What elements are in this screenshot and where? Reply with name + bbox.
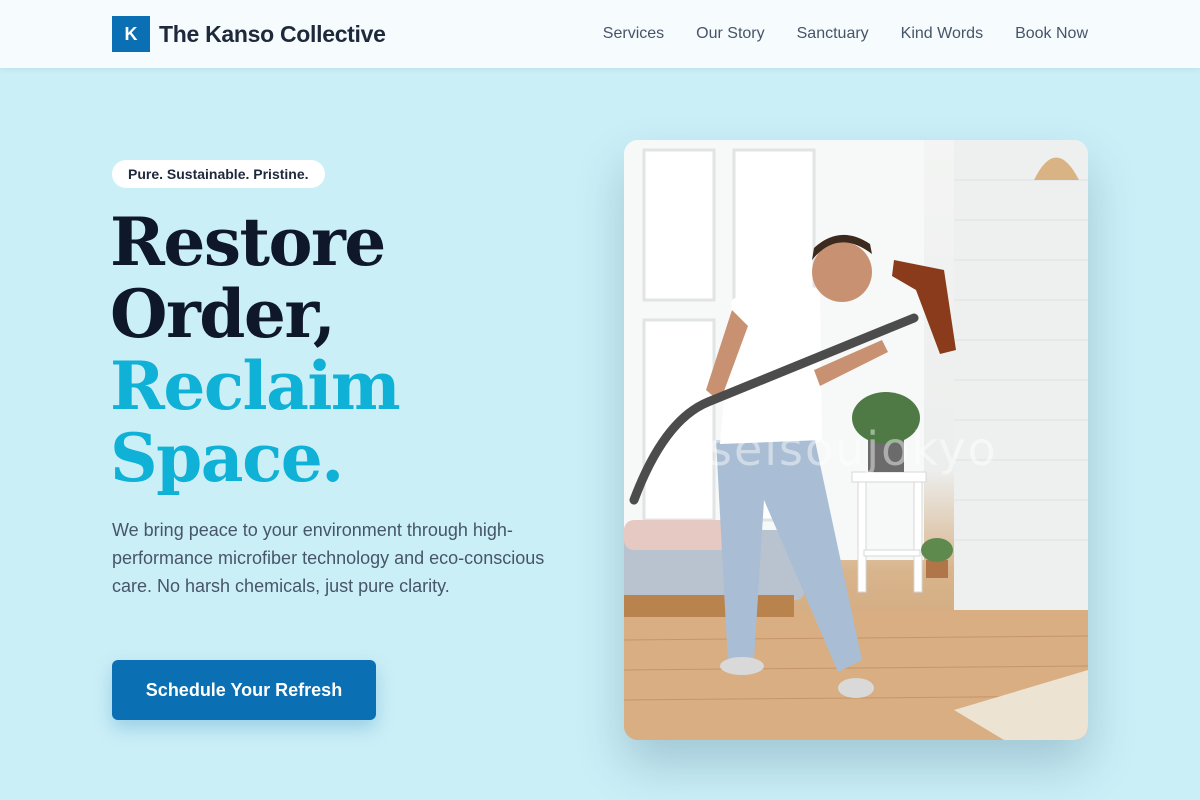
main-nav: Services Our Story Sanctuary Kind Words … [603,25,1088,43]
headline-line-1: Restore [110,203,386,281]
logo-mark: K [112,16,150,52]
hero-image-man-vacuuming: seisoujokyo [624,140,1088,740]
hero-tagline-badge: Pure. Sustainable. Pristine. [112,160,325,188]
nav-sanctuary[interactable]: Sanctuary [797,25,869,43]
nav-book-now[interactable]: Book Now [1015,25,1088,43]
nav-services[interactable]: Services [603,25,664,43]
image-watermark: seisoujokyo [708,422,998,476]
headline-line-2: Order, [110,275,336,353]
headline-line-4: Space. [110,419,344,497]
nav-kind-words[interactable]: Kind Words [901,25,983,43]
nav-our-story[interactable]: Our Story [696,25,764,43]
brand-logo-link[interactable]: K The Kanso Collective [112,16,386,52]
headline-line-3: Reclaim [110,347,401,425]
schedule-refresh-button[interactable]: Schedule Your Refresh [112,660,376,720]
hero-description: We bring peace to your environment throu… [112,520,545,596]
site-header: K The Kanso Collective Services Our Stor… [0,0,1200,68]
brand-name: The Kanso Collective [159,20,386,47]
hero-headline: Restore Order, Reclaim Space. [110,203,401,497]
